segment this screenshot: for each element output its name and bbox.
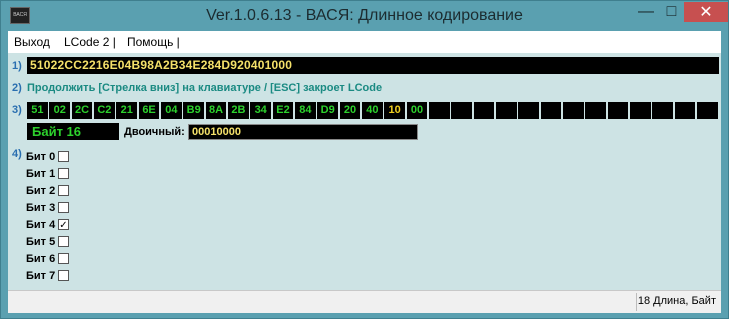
byte-cell[interactable]: D9 xyxy=(317,102,339,119)
bit-label: Бит 2 xyxy=(26,184,56,197)
byte-cell[interactable] xyxy=(451,102,473,119)
byte-cell[interactable]: 20 xyxy=(339,102,361,119)
bit-row: Бит 6 xyxy=(26,250,69,267)
binary-label: Двоичный: xyxy=(124,126,185,138)
step-4-label: 4) xyxy=(12,148,22,160)
byte-cell[interactable] xyxy=(518,102,540,119)
bit-checkboxes: Бит 0 Бит 1 Бит 2 Бит 3 Бит 4 ✓ Бит 5 Бит 6 Бит … xyxy=(26,148,69,284)
bit-checkbox[interactable] xyxy=(58,270,69,281)
minimize-button[interactable]: — xyxy=(633,2,659,22)
bit-checkbox[interactable] xyxy=(58,236,69,247)
bit-label: Бит 6 xyxy=(26,252,56,265)
bit-row: Бит 5 xyxy=(26,233,69,250)
bit-row: Бит 1 xyxy=(26,165,69,182)
byte-cell[interactable]: 8A xyxy=(205,102,227,119)
close-icon: ✕ xyxy=(699,4,713,21)
binary-value-field[interactable]: 00010000 xyxy=(188,124,418,140)
byte-cell[interactable] xyxy=(495,102,517,119)
menu-exit[interactable]: Выход xyxy=(14,35,50,49)
bit-label: Бит 4 xyxy=(26,218,56,231)
byte-cell[interactable] xyxy=(473,102,495,119)
status-text: 18 Длина, Байт xyxy=(637,295,716,307)
app-window: ВАСЯ Ver.1.0.6.13 - ВАСЯ: Длинное кодиро… xyxy=(0,0,729,319)
title-bar[interactable]: ВАСЯ Ver.1.0.6.13 - ВАСЯ: Длинное кодиро… xyxy=(1,1,728,31)
bit-row: Бит 4 ✓ xyxy=(26,216,69,233)
menu-bar: Выход LCode 2 | Помощь | xyxy=(8,31,721,54)
bit-label: Бит 7 xyxy=(26,269,56,282)
byte-cell[interactable] xyxy=(428,102,450,119)
bit-checkbox[interactable] xyxy=(58,185,69,196)
byte-cell[interactable] xyxy=(540,102,562,119)
byte-cell[interactable]: 40 xyxy=(361,102,383,119)
minimize-icon: — xyxy=(638,3,654,20)
byte-cell[interactable]: 84 xyxy=(294,102,316,119)
bit-label: Бит 5 xyxy=(26,235,56,248)
byte-cell[interactable]: 10 xyxy=(384,102,406,119)
byte-cell[interactable] xyxy=(607,102,629,119)
byte-cell[interactable]: 51 xyxy=(27,102,48,119)
byte-cell[interactable]: 00 xyxy=(406,102,428,119)
bit-row: Бит 7 xyxy=(26,267,69,284)
byte-cell[interactable] xyxy=(674,102,696,119)
byte-cell[interactable]: B9 xyxy=(183,102,205,119)
maximize-button[interactable]: □ xyxy=(659,2,684,22)
byte-cell[interactable]: 2B xyxy=(227,102,249,119)
bit-checkbox[interactable]: ✓ xyxy=(58,219,69,231)
bit-row: Бит 0 xyxy=(26,148,69,165)
byte-cell[interactable]: 02 xyxy=(49,102,71,119)
bit-row: Бит 2 xyxy=(26,182,69,199)
byte-cell[interactable]: 21 xyxy=(116,102,138,119)
step-1-label: 1) xyxy=(12,60,22,72)
selected-byte-label: Байт 16 xyxy=(27,123,119,140)
byte-cell[interactable]: 2C xyxy=(71,102,93,119)
step-3-label: 3) xyxy=(12,104,22,116)
byte-cell[interactable]: 6E xyxy=(138,102,160,119)
hint-text: Продолжить [Стрелка вниз] на клавиатуре … xyxy=(27,82,383,94)
window-title: Ver.1.0.6.13 - ВАСЯ: Длинное кодирование xyxy=(206,7,523,24)
bit-checkbox[interactable] xyxy=(58,202,69,213)
maximize-icon: □ xyxy=(666,3,677,20)
byte-cell[interactable] xyxy=(585,102,607,119)
menu-lcode2[interactable]: LCode 2 | xyxy=(64,35,116,49)
byte-cells: 51 02 2C C2 21 6E 04 B9 8A 2B 34 E2 84 D9 20 40 10 00 xyxy=(27,102,719,119)
byte-cell[interactable] xyxy=(696,102,718,119)
step-2-label: 2) xyxy=(12,82,22,94)
status-separator xyxy=(636,293,637,311)
long-code-input[interactable]: 51022CC2216E04B98A2B34E284D920401000 xyxy=(27,57,719,74)
bit-checkbox[interactable] xyxy=(58,253,69,264)
bit-checkbox[interactable] xyxy=(58,168,69,179)
status-bar: 18 Длина, Байт xyxy=(8,290,721,313)
close-button[interactable]: ✕ xyxy=(684,2,728,22)
bit-checkbox[interactable] xyxy=(58,151,69,162)
main-panel: 1) 51022CC2216E04B98A2B34E284D920401000 … xyxy=(8,53,721,290)
bit-label: Бит 1 xyxy=(26,167,56,180)
byte-cell[interactable]: 34 xyxy=(250,102,272,119)
bit-label: Бит 3 xyxy=(26,201,56,214)
byte-cell[interactable] xyxy=(562,102,584,119)
byte-cell[interactable]: 04 xyxy=(160,102,182,119)
byte-cell[interactable]: C2 xyxy=(93,102,115,119)
bit-label: Бит 0 xyxy=(26,150,56,163)
byte-cell[interactable] xyxy=(652,102,674,119)
bit-row: Бит 3 xyxy=(26,199,69,216)
menu-help[interactable]: Помощь | xyxy=(127,35,180,49)
byte-cell[interactable] xyxy=(629,102,651,119)
byte-cell[interactable]: E2 xyxy=(272,102,294,119)
